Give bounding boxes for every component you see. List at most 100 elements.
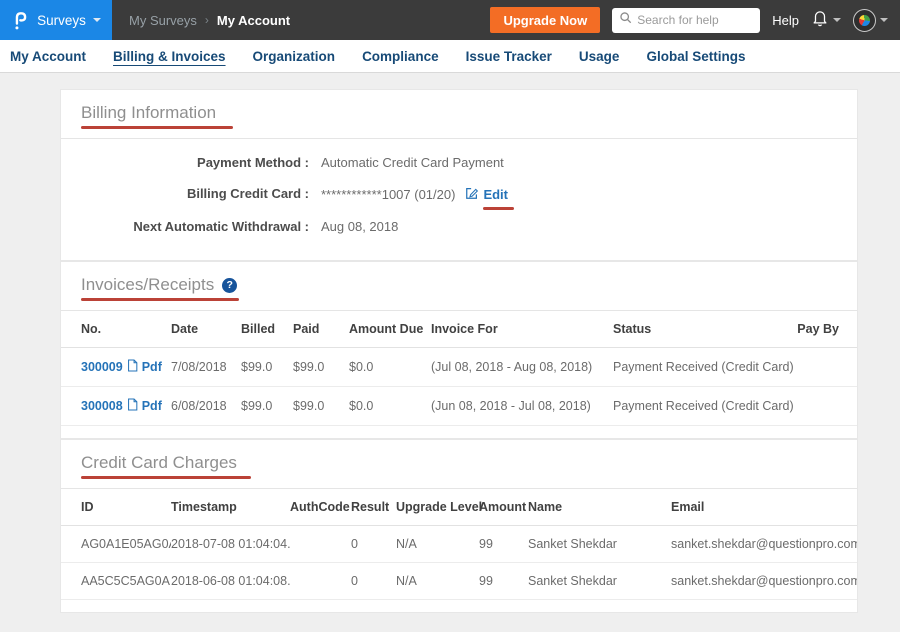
next-withdrawal-value: Aug 08, 2018 [321, 219, 398, 234]
col-date: Date [171, 311, 241, 348]
invoice-status: Payment Received (Credit Card) [613, 387, 795, 426]
search-icon [619, 11, 632, 29]
col-amount: Amount [479, 489, 528, 526]
invoice-date: 6/08/2018 [171, 387, 241, 426]
col-result: Result [351, 489, 396, 526]
invoice-row: 300009Pdf 7/08/2018 $99.0 $99.0 $0.0 (Ju… [61, 348, 857, 387]
invoices-receipts-card: Invoices/Receipts ? No. Date Billed Paid… [60, 261, 858, 439]
col-pay-by: Pay By [795, 311, 857, 348]
pdf-icon [127, 359, 138, 375]
tab-my-account[interactable]: My Account [10, 49, 86, 64]
content-area: Billing Information Payment Method : Aut… [0, 73, 900, 613]
avatar [853, 9, 876, 32]
col-paid: Paid [293, 311, 349, 348]
charge-timestamp: 2018-06-08 01:04:08.0 [171, 563, 290, 600]
charge-name: Sanket Shekdar [528, 526, 671, 563]
col-invoice-for: Invoice For [431, 311, 613, 348]
gauge-icon [859, 15, 870, 26]
breadcrumb-parent[interactable]: My Surveys [129, 13, 197, 28]
col-upgrade-level: Upgrade Level [396, 489, 479, 526]
col-id: ID [61, 489, 171, 526]
pdf-icon [127, 398, 138, 414]
charge-row: AG0A1E05AG0A 2018-07-08 01:04:04.0 0 N/A… [61, 526, 857, 563]
help-badge-icon[interactable]: ? [222, 278, 237, 293]
account-nav-tabs: My Account Billing & Invoices Organizati… [0, 40, 900, 73]
account-menu[interactable] [853, 9, 888, 32]
charge-upgrade-level: N/A [396, 563, 479, 600]
charge-id: AG0A1E05AG0A [61, 526, 171, 563]
invoice-pay-by [795, 348, 857, 387]
red-underline-annotation [81, 476, 251, 479]
questionpro-logo-icon [11, 9, 30, 31]
tab-compliance[interactable]: Compliance [362, 49, 439, 64]
next-withdrawal-row: Next Automatic Withdrawal : Aug 08, 2018 [81, 211, 837, 242]
red-underline-annotation [483, 207, 514, 210]
invoice-paid: $99.0 [293, 348, 349, 387]
col-billed: Billed [241, 311, 293, 348]
product-name: Surveys [37, 13, 86, 28]
charge-upgrade-level: N/A [396, 526, 479, 563]
chevron-down-icon [93, 18, 101, 22]
invoice-billed: $99.0 [241, 387, 293, 426]
tab-global-settings[interactable]: Global Settings [646, 49, 745, 64]
upgrade-now-button[interactable]: Upgrade Now [490, 7, 600, 33]
invoice-number-link[interactable]: 300008Pdf [81, 398, 162, 414]
edit-billing-card-link[interactable]: Edit [483, 187, 508, 202]
invoice-row: 300008Pdf 6/08/2018 $99.0 $99.0 $0.0 (Ju… [61, 387, 857, 426]
charge-amount: 99 [479, 563, 528, 600]
topbar-actions: Upgrade Now Help [490, 7, 900, 33]
tab-billing-invoices[interactable]: Billing & Invoices [113, 49, 226, 64]
invoice-pay-by [795, 387, 857, 426]
col-timestamp: Timestamp [171, 489, 290, 526]
pdf-link-label: Pdf [142, 360, 162, 374]
top-bar: Surveys My Surveys › My Account Upgrade … [0, 0, 900, 40]
charge-result: 0 [351, 526, 396, 563]
breadcrumb-current: My Account [217, 13, 290, 28]
charge-row: AA5C5C5AG0A 2018-06-08 01:04:08.0 0 N/A … [61, 563, 857, 600]
tab-organization[interactable]: Organization [253, 49, 336, 64]
tab-issue-tracker[interactable]: Issue Tracker [466, 49, 552, 64]
billing-information-card: Billing Information Payment Method : Aut… [60, 89, 858, 261]
invoice-number-link[interactable]: 300009Pdf [81, 359, 162, 375]
billing-credit-card-label: Billing Credit Card : [81, 186, 309, 201]
charge-email: sanket.shekdar@questionpro.com [671, 526, 857, 563]
col-authcode: AuthCode [290, 489, 351, 526]
next-withdrawal-label: Next Automatic Withdrawal : [81, 219, 309, 234]
col-no: No. [61, 311, 171, 348]
billing-information-title: Billing Information [81, 103, 216, 123]
credit-card-charges-card: Credit Card Charges ID Timestamp AuthCod… [60, 439, 858, 613]
help-link[interactable]: Help [772, 13, 799, 28]
tab-usage[interactable]: Usage [579, 49, 620, 64]
search-input[interactable] [637, 13, 753, 27]
col-amount-due: Amount Due [349, 311, 431, 348]
charges-table: ID Timestamp AuthCode Result Upgrade Lev… [61, 489, 857, 600]
charges-header-row: ID Timestamp AuthCode Result Upgrade Lev… [61, 489, 857, 526]
charge-timestamp: 2018-07-08 01:04:04.0 [171, 526, 290, 563]
charge-email: sanket.shekdar@questionpro.com [671, 563, 857, 600]
charge-authcode [290, 526, 351, 563]
credit-card-charges-title: Credit Card Charges [81, 453, 237, 473]
invoice-date: 7/08/2018 [171, 348, 241, 387]
invoice-amount-due: $0.0 [349, 348, 431, 387]
charge-authcode [290, 563, 351, 600]
charge-id: AA5C5C5AG0A [61, 563, 171, 600]
edit-icon[interactable] [465, 186, 479, 203]
breadcrumb: My Surveys › My Account [129, 13, 290, 28]
invoice-status: Payment Received (Credit Card) [613, 348, 795, 387]
invoices-receipts-title: Invoices/Receipts [81, 275, 214, 295]
product-switcher[interactable]: Surveys [0, 0, 112, 40]
pdf-link-label: Pdf [142, 399, 162, 413]
charge-amount: 99 [479, 526, 528, 563]
billing-credit-card-value: ************1007 (01/20) [321, 187, 455, 202]
col-email: Email [671, 489, 857, 526]
charge-result: 0 [351, 563, 396, 600]
col-name: Name [528, 489, 671, 526]
bell-icon [811, 8, 829, 32]
help-search-box[interactable] [612, 8, 760, 33]
invoice-amount-due: $0.0 [349, 387, 431, 426]
notifications-button[interactable] [811, 8, 841, 32]
red-underline-annotation [81, 298, 239, 301]
charge-name: Sanket Shekdar [528, 563, 671, 600]
invoice-period: (Jun 08, 2018 - Jul 08, 2018) [431, 387, 613, 426]
breadcrumb-separator-icon: › [205, 13, 209, 27]
